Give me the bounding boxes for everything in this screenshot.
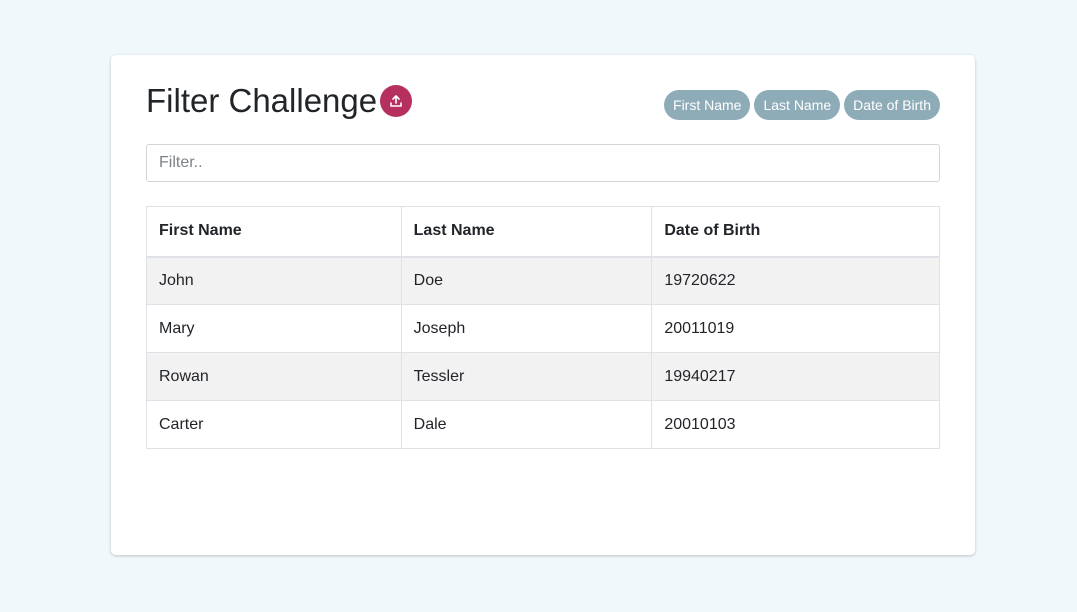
cell-first-name: Carter — [146, 400, 402, 449]
sort-chips: First Name Last Name Date of Birth — [664, 90, 940, 120]
column-header-last-name: Last Name — [400, 206, 653, 258]
cell-date-of-birth: 19720622 — [651, 256, 940, 305]
filter-input[interactable] — [146, 144, 940, 182]
cell-date-of-birth: 20010103 — [651, 400, 940, 449]
column-header-date-of-birth: Date of Birth — [651, 206, 940, 258]
table-row: Mary Joseph 20011019 — [146, 304, 940, 353]
cell-last-name: Joseph — [400, 304, 653, 353]
cell-first-name: Mary — [146, 304, 402, 353]
sort-chip-first-name[interactable]: First Name — [664, 90, 751, 120]
page-title: Filter Challenge — [146, 82, 378, 119]
cell-date-of-birth: 19940217 — [651, 352, 940, 401]
table-header-row: First Name Last Name Date of Birth — [146, 206, 940, 258]
cell-first-name: Rowan — [146, 352, 402, 401]
sort-chip-last-name[interactable]: Last Name — [754, 90, 841, 120]
people-table: First Name Last Name Date of Birth John … — [146, 206, 940, 449]
table-row: John Doe 19720622 — [146, 256, 940, 305]
cell-last-name: Tessler — [400, 352, 653, 401]
main-card: Filter Challenge First Name Last Name Da… — [111, 55, 975, 555]
card-header: Filter Challenge First Name Last Name Da… — [146, 81, 940, 121]
upload-button[interactable] — [380, 85, 412, 117]
table-row: Rowan Tessler 19940217 — [146, 352, 940, 401]
table-body: John Doe 19720622 Mary Joseph 20011019 R… — [146, 256, 940, 449]
table-header: First Name Last Name Date of Birth — [146, 206, 940, 258]
column-header-first-name: First Name — [146, 206, 402, 258]
table-row: Carter Dale 20010103 — [146, 400, 940, 449]
cell-last-name: Doe — [400, 256, 653, 305]
cell-last-name: Dale — [400, 400, 653, 449]
sort-chip-date-of-birth[interactable]: Date of Birth — [844, 90, 940, 120]
upload-icon — [390, 95, 402, 107]
cell-date-of-birth: 20011019 — [651, 304, 940, 353]
cell-first-name: John — [146, 256, 402, 305]
